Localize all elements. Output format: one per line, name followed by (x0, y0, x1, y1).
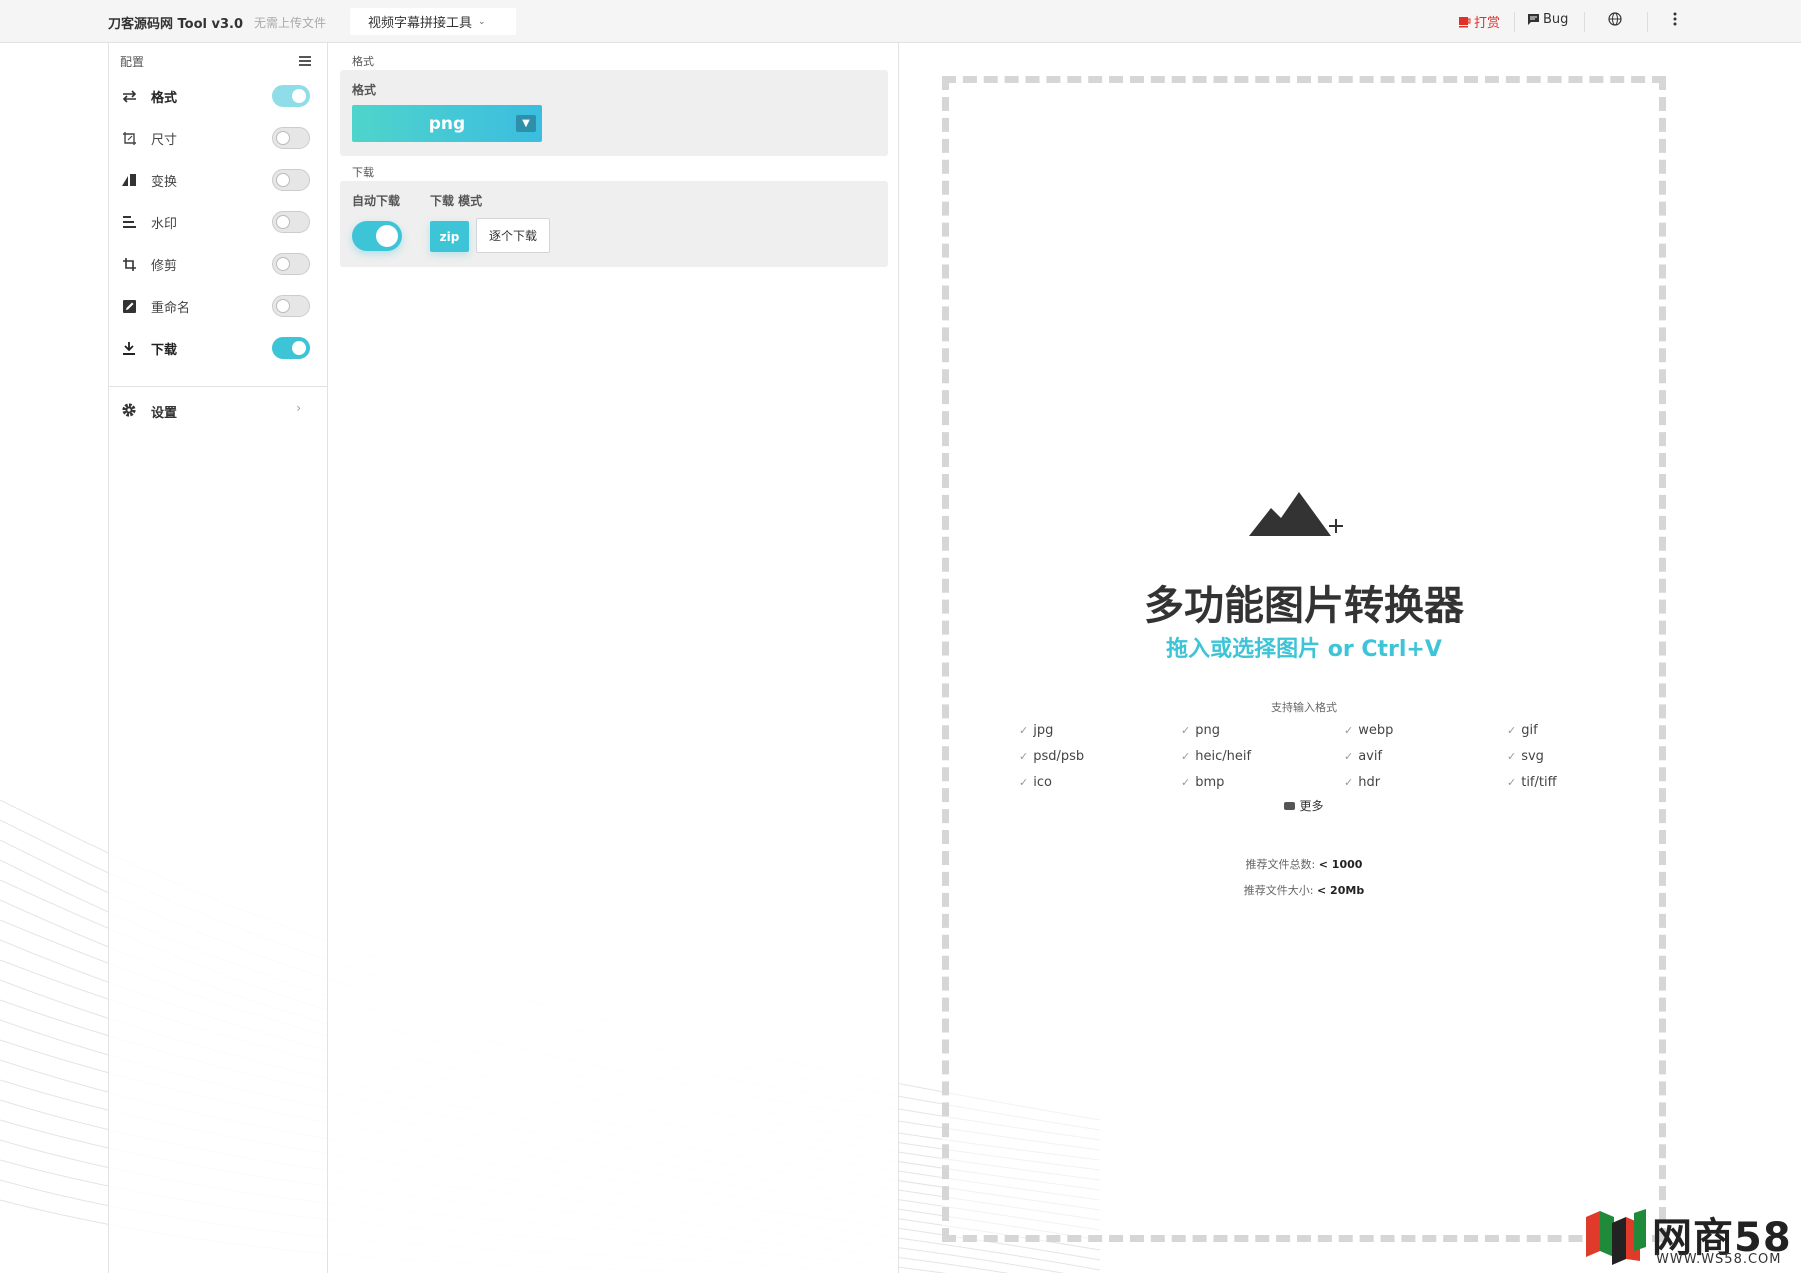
supported-formats-label: 支持输入格式 (1271, 701, 1337, 714)
download-mode-label: 下载 模式 (430, 194, 483, 208)
watermark-url: WWW.WS58.COM (1656, 1252, 1782, 1267)
mountain-plus-icon (1249, 492, 1343, 536)
format-section-label: 格式 (352, 55, 374, 68)
sidebar-item-label: 重命名 (151, 300, 191, 316)
format-value: png (428, 113, 466, 134)
resize-icon (121, 130, 137, 146)
format-item: ✓ hdr (1344, 775, 1381, 790)
format-item: ✓ jpg (1019, 723, 1054, 738)
format-toggle[interactable] (272, 85, 310, 107)
format-item: ✓ tif/tiff (1507, 775, 1557, 790)
format-item: ✓ ico (1019, 775, 1052, 790)
divider (1647, 12, 1648, 32)
format-card: 格式 png ▼ (340, 70, 888, 156)
watermark-logo: 网商58 WWW.WS58.COM (1582, 1205, 1794, 1269)
transform-toggle[interactable] (272, 169, 310, 191)
auto-download-toggle[interactable] (352, 221, 402, 251)
format-item: ✓ gif (1507, 723, 1538, 738)
brand-title[interactable]: 刀客源码网 Tool v3.0 (108, 13, 243, 32)
sidebar-heading: 配置 (120, 55, 145, 69)
sidebar-item-label: 变换 (151, 174, 178, 190)
zip-mode-button[interactable]: zip (430, 221, 469, 252)
format-item: ✓ psd/psb (1019, 749, 1085, 764)
sidebar-item-download[interactable]: 下载 (109, 333, 327, 363)
chevron-down-icon: ⌄ (478, 16, 486, 27)
dropzone[interactable]: 多功能图片转换器 拖入或选择图片 or Ctrl+V 支持输入格式 ✓ jpg ✓… (942, 76, 1666, 1242)
dropzone-area: 多功能图片转换器 拖入或选择图片 or Ctrl+V 支持输入格式 ✓ jpg ✓… (899, 43, 1801, 1273)
dropzone-subtitle: 拖入或选择图片 or Ctrl+V (1166, 637, 1442, 662)
trim-toggle[interactable] (272, 253, 310, 275)
sidebar-item-settings[interactable]: 设置 › (109, 395, 327, 425)
more-vertical-icon (1673, 12, 1677, 26)
rename-toggle[interactable] (272, 295, 310, 317)
download-card: 自动下载 下载 模式 zip 逐个下载 (340, 181, 888, 267)
donate-label: 打赏 (1474, 16, 1501, 31)
recommended-size: 推荐文件大小: < 20Mb (1243, 884, 1365, 897)
more-formats-button[interactable]: 更多 (949, 797, 1659, 814)
divider (1514, 12, 1515, 32)
sidebar-item-label: 修剪 (151, 258, 178, 274)
edit-icon (121, 298, 137, 314)
transform-icon (121, 172, 137, 188)
sidebar-item-label: 格式 (151, 90, 178, 106)
sidebar-item-format[interactable]: 格式 (109, 81, 327, 111)
auto-download-label: 自动下载 (352, 194, 401, 208)
sidebar-item-watermark[interactable]: 水印 (109, 207, 327, 237)
swap-icon (121, 88, 137, 104)
each-mode-button[interactable]: 逐个下载 (476, 218, 550, 253)
gear-icon (121, 402, 137, 422)
tool-dropdown[interactable]: 视频字幕拼接工具 ⌄ (350, 8, 516, 35)
chat-icon (1528, 14, 1539, 25)
brand-subtitle: 无需上传文件 (254, 16, 327, 30)
download-toggle[interactable] (272, 337, 310, 359)
tool-dropdown-label: 视频字幕拼接工具 (368, 16, 473, 31)
settings-label: 设置 (151, 406, 178, 421)
cube-logo-icon (1586, 1209, 1646, 1265)
sidebar-item-label: 尺寸 (151, 132, 178, 148)
list-icon[interactable] (299, 56, 311, 66)
format-item: ✓ bmp (1181, 775, 1225, 790)
more-menu-button[interactable] (1673, 12, 1677, 26)
divider (1584, 12, 1585, 32)
sidebar-item-transform[interactable]: 变换 (109, 165, 327, 195)
sidebar-item-label: 下载 (151, 342, 178, 358)
size-toggle[interactable] (272, 127, 310, 149)
bug-label: Bug (1543, 12, 1569, 27)
watermark-icon (121, 214, 137, 230)
tag-icon (1284, 802, 1296, 810)
format-item: ✓ heic/heif (1181, 749, 1252, 764)
format-item: ✓ png (1181, 723, 1220, 738)
format-select[interactable]: png ▼ (352, 105, 542, 142)
sidebar-item-rename[interactable]: 重命名 (109, 291, 327, 321)
sidebar: 配置 格式 尺寸 变换 水印 修剪 重命名 下载 设置 › (108, 43, 328, 1273)
download-icon (121, 340, 137, 356)
format-card-title: 格式 (352, 83, 377, 97)
dropzone-title: 多功能图片转换器 (1144, 583, 1464, 629)
sidebar-item-size[interactable]: 尺寸 (109, 123, 327, 153)
cup-icon (1459, 17, 1471, 28)
recommended-count: 推荐文件总数: < 1000 (1245, 858, 1363, 871)
watermark-toggle[interactable] (272, 211, 310, 233)
divider (109, 386, 327, 387)
chevron-down-icon: ▼ (516, 115, 536, 132)
format-item: ✓ avif (1344, 749, 1383, 764)
language-button[interactable] (1608, 12, 1622, 26)
sidebar-item-label: 水印 (151, 216, 178, 232)
download-section-label: 下载 (352, 166, 374, 179)
top-bar: 刀客源码网 Tool v3.0 无需上传文件 视频字幕拼接工具 ⌄ 打赏 Bug (0, 0, 1801, 43)
globe-icon (1608, 12, 1622, 26)
format-item: ✓ webp (1344, 723, 1394, 738)
bug-button[interactable]: Bug (1527, 12, 1568, 27)
chevron-right-icon: › (296, 401, 301, 415)
crop-icon (121, 256, 137, 272)
config-panel: 格式 格式 png ▼ 下载 自动下载 下载 模式 zip 逐个下载 (328, 43, 899, 1273)
donate-button[interactable]: 打赏 (1458, 12, 1500, 31)
format-item: ✓ svg (1507, 749, 1544, 764)
sidebar-item-trim[interactable]: 修剪 (109, 249, 327, 279)
